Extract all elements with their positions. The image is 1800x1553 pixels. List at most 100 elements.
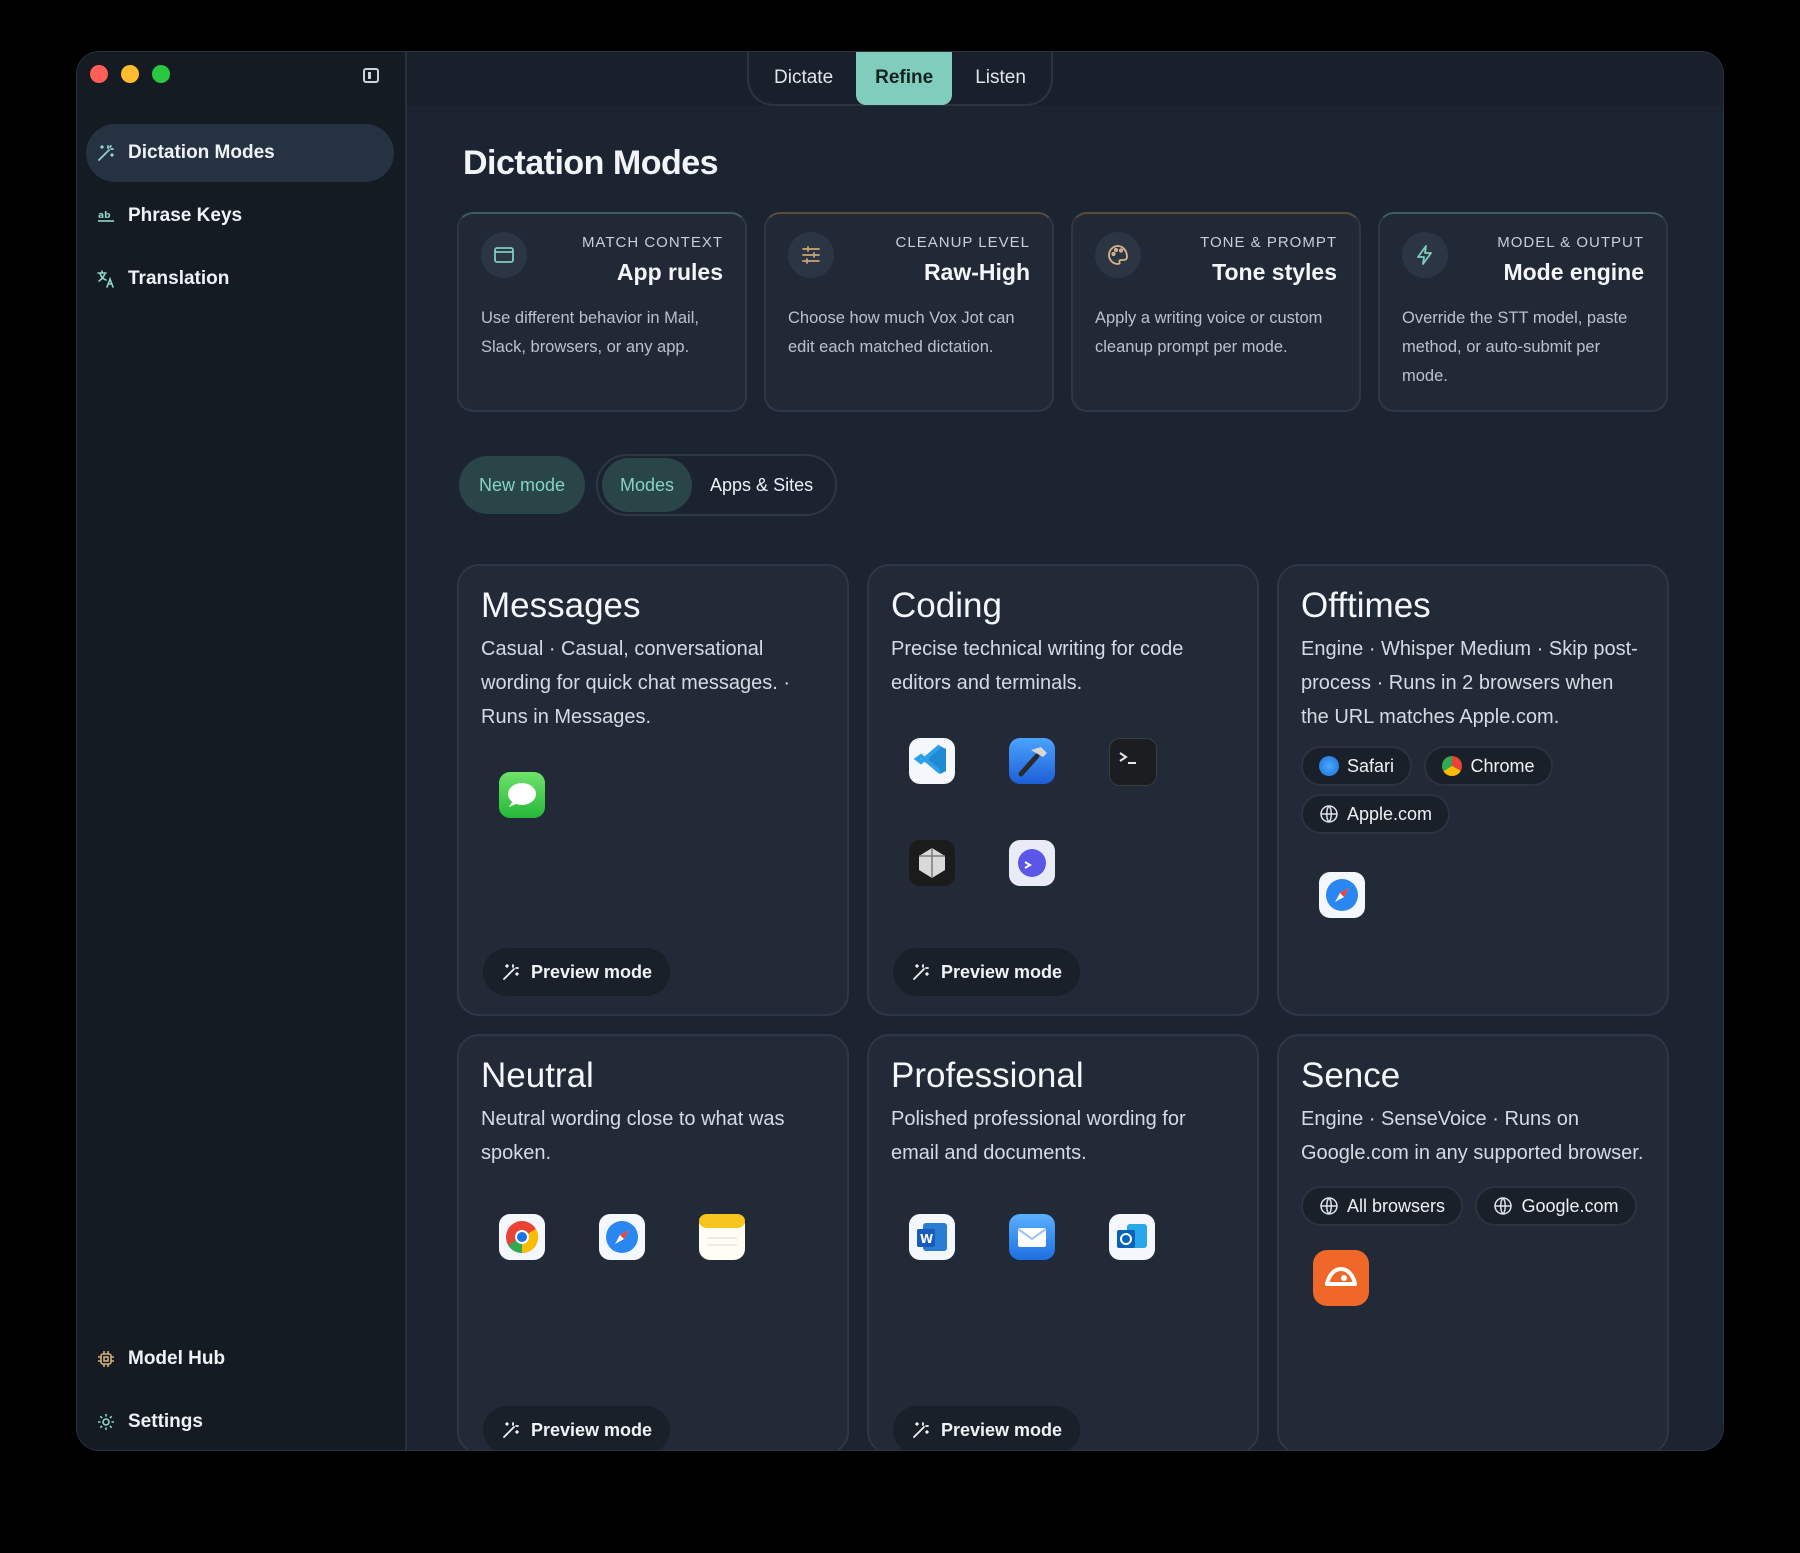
chip-label: Apple.com: [1347, 803, 1433, 824]
feature-description: Override the STT model, paste method, or…: [1402, 309, 1628, 385]
filter-modes[interactable]: Modes: [602, 458, 693, 512]
chip-label: Safari: [1347, 755, 1395, 776]
gear-icon: [95, 1411, 117, 1433]
mode-description: Polished professional wording for email …: [891, 1108, 1186, 1164]
mode-title: Neutral: [481, 1056, 594, 1095]
feature-card-model-output: MODEL & OUTPUT Mode engine Override the …: [1378, 212, 1668, 412]
outlook-app-icon: [1109, 1214, 1155, 1260]
chip-label: Google.com: [1521, 1195, 1619, 1216]
globe-icon: [1320, 805, 1338, 823]
sense-app-icon: [1313, 1250, 1369, 1306]
chip-label: Chrome: [1470, 755, 1535, 776]
preview-mode-button[interactable]: Preview mode: [893, 948, 1081, 996]
app-window: Dictation Modes ab Phrase Keys Translati…: [77, 52, 1723, 1450]
preview-mode-button[interactable]: Preview mode: [483, 1406, 671, 1450]
magic-wand-icon: [503, 964, 519, 980]
tab-listen[interactable]: Listen: [956, 52, 1045, 105]
chip-google-com: Google.com: [1475, 1186, 1637, 1226]
sidebar-item-settings[interactable]: Settings: [86, 1393, 394, 1450]
close-window-button[interactable]: [90, 65, 108, 83]
magic-wand-icon: [913, 1422, 929, 1438]
new-mode-button[interactable]: New mode: [459, 456, 585, 514]
sidebar-item-label: Settings: [128, 1411, 203, 1432]
translate-icon: [95, 268, 117, 290]
sidebar-item-model-hub[interactable]: Model Hub: [86, 1330, 394, 1388]
feature-card-cleanup-level: CLEANUP LEVEL Raw-High Choose how much V…: [764, 212, 1054, 412]
messages-app-icon: [499, 772, 545, 818]
sidebar-item-dictation-modes[interactable]: Dictation Modes: [86, 124, 394, 182]
globe-icon: [1320, 1197, 1338, 1215]
mode-card-professional[interactable]: Professional Polished professional wordi…: [867, 1034, 1259, 1450]
mode-card-coding[interactable]: Coding Precise technical writing for cod…: [867, 564, 1259, 1016]
tab-dictate[interactable]: Dictate: [755, 52, 852, 105]
chrome-icon: [1442, 756, 1463, 776]
sliders-icon: [788, 232, 834, 278]
globe-icon: [1494, 1197, 1513, 1215]
mail-app-icon: [1009, 1214, 1055, 1260]
sidebar-item-phrase-keys[interactable]: ab Phrase Keys: [86, 187, 394, 245]
preview-mode-label: Preview mode: [941, 1419, 1063, 1440]
terminal-app-icon: [1109, 738, 1157, 786]
main-content: Dictate Refine Listen Dictation Modes MA…: [407, 52, 1723, 1450]
sidebar-item-label: Model Hub: [128, 1348, 226, 1369]
mode-card-offtimes[interactable]: Offtimes Engine · Whisper Medium · Skip …: [1277, 564, 1669, 1016]
sidebar: Dictation Modes ab Phrase Keys Translati…: [77, 52, 407, 1450]
ab-keyboard-icon: ab: [95, 205, 117, 227]
chip-chrome: Chrome: [1424, 746, 1553, 786]
mode-card-neutral[interactable]: Neutral Neutral wording close to what wa…: [457, 1034, 849, 1450]
cursor-app-icon: [909, 840, 955, 886]
sidebar-toggle-icon[interactable]: [363, 68, 379, 83]
svg-text:W: W: [920, 1232, 933, 1246]
word-app-icon: W: [909, 1214, 955, 1260]
vscode-app-icon: [909, 738, 955, 784]
chip-label: All browsers: [1347, 1195, 1446, 1216]
mode-description: Engine · SenseVoice · Runs on Google.com…: [1301, 1108, 1644, 1164]
feature-description: Use different behavior in Mail, Slack, b…: [481, 309, 699, 356]
preview-mode-button[interactable]: Preview mode: [893, 1406, 1081, 1450]
preview-mode-button[interactable]: Preview mode: [483, 948, 671, 996]
chip-apple-com: Apple.com: [1301, 794, 1451, 834]
feature-description: Apply a writing voice or custom cleanup …: [1095, 309, 1323, 356]
safari-app-icon: [599, 1214, 645, 1260]
palette-icon: [1095, 232, 1141, 278]
zoom-window-button[interactable]: [152, 65, 170, 83]
sidebar-item-label: Dictation Modes: [128, 142, 275, 163]
preview-mode-label: Preview mode: [941, 961, 1063, 982]
mode-title: Offtimes: [1301, 586, 1431, 625]
mode-filter: Modes Apps & Sites: [596, 454, 838, 516]
magic-wand-icon: [913, 964, 929, 980]
chip-all-browsers: All browsers: [1301, 1186, 1464, 1226]
preview-mode-label: Preview mode: [531, 961, 653, 982]
svg-text:ab: ab: [98, 211, 111, 221]
mode-title: Professional: [891, 1056, 1084, 1095]
mode-card-messages[interactable]: Messages Casual · Casual, conversational…: [457, 564, 849, 1016]
chip-icon: [95, 1348, 117, 1370]
mode-description: Engine · Whisper Medium · Skip post-proc…: [1301, 638, 1638, 728]
traffic-lights: [90, 65, 170, 83]
safari-app-icon: [1319, 872, 1365, 918]
feature-description: Choose how much Vox Jot can edit each ma…: [788, 309, 1015, 356]
sidebar-item-label: Translation: [128, 268, 230, 289]
chrome-app-icon: [499, 1214, 545, 1260]
warp-app-icon: [1009, 840, 1055, 886]
mode-title: Coding: [891, 586, 1002, 625]
mode-description: Precise technical writing for code edito…: [891, 638, 1184, 694]
sidebar-item-translation[interactable]: Translation: [86, 250, 394, 308]
safari-icon: [1319, 756, 1339, 776]
magic-wand-icon: [503, 1422, 519, 1438]
magic-wand-icon: [95, 142, 117, 164]
page-title: Dictation Modes: [463, 144, 719, 182]
mode-title: Messages: [481, 586, 641, 625]
preview-mode-label: Preview mode: [531, 1419, 653, 1440]
mode-title: Sence: [1301, 1056, 1401, 1095]
minimize-window-button[interactable]: [121, 65, 139, 83]
bolt-icon: [1402, 232, 1448, 278]
mode-card-sence[interactable]: Sence Engine · SenseVoice · Runs on Goog…: [1277, 1034, 1669, 1450]
feature-card-match-context: MATCH CONTEXT App rules Use different be…: [457, 212, 747, 412]
filter-apps-sites[interactable]: Apps & Sites: [692, 458, 831, 512]
window-icon: [481, 232, 527, 278]
mode-description: Casual · Casual, conversational wording …: [481, 638, 791, 728]
tab-refine[interactable]: Refine: [856, 52, 953, 105]
sidebar-item-label: Phrase Keys: [128, 205, 243, 226]
mode-tabs: Dictate Refine Listen: [747, 52, 1053, 106]
